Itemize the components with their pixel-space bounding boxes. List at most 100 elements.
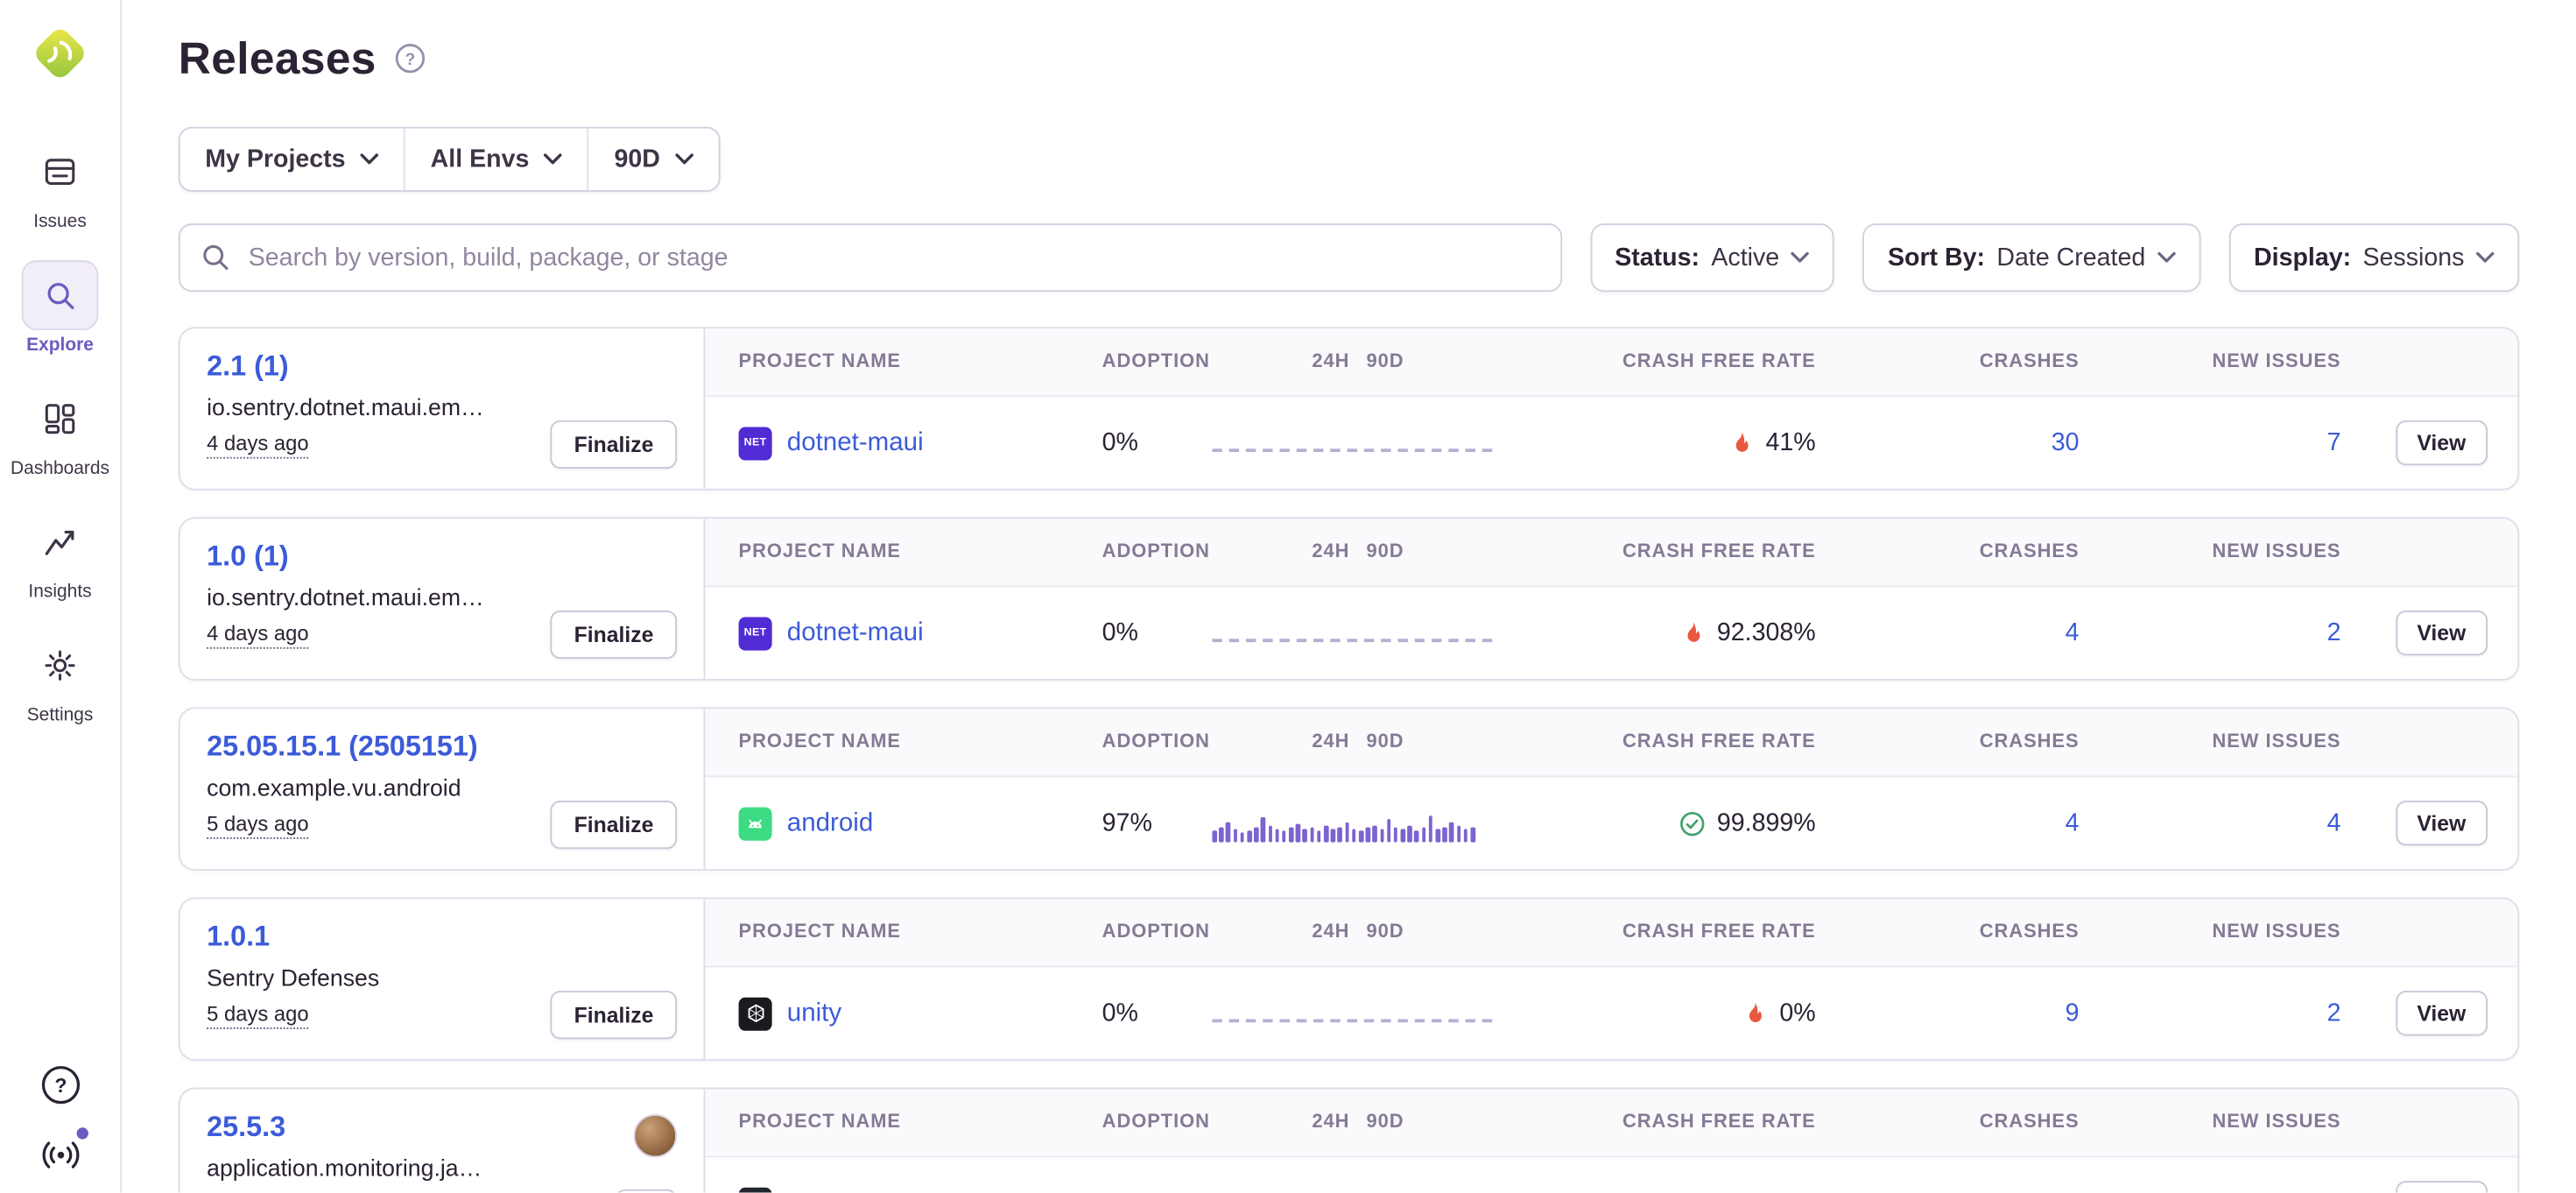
view-button[interactable]: View bbox=[2396, 801, 2488, 845]
finalize-button[interactable]: Finalize bbox=[551, 801, 677, 849]
sidebar-item-dashboards[interactable]: Dashboards bbox=[11, 384, 109, 479]
col-adoption: ADOPTION bbox=[1102, 732, 1213, 752]
page-filter-bar: My Projects All Envs 90D bbox=[179, 127, 721, 192]
display-dropdown[interactable]: Display: Sessions bbox=[2228, 223, 2519, 292]
crashes-count-link[interactable]: 30 bbox=[2052, 428, 2080, 456]
sentry-logo[interactable] bbox=[24, 17, 97, 90]
release-version-link[interactable]: 25.05.15.1 (2505151) bbox=[207, 731, 478, 764]
release-table-header: PROJECT NAME ADOPTION 24H90D CRASH FREE … bbox=[705, 519, 2517, 587]
table-row: NET dotnet-maui 0% 92.308% 4 2 View bbox=[705, 587, 2517, 679]
search-input[interactable] bbox=[179, 223, 1562, 292]
help-button[interactable]: ? bbox=[35, 1059, 85, 1109]
sidebar-item-label: Explore bbox=[26, 335, 94, 356]
col-adoption: ADOPTION bbox=[1102, 352, 1213, 372]
sort-by-dropdown[interactable]: Sort By: Date Created bbox=[1862, 223, 2200, 292]
col-crash-free-rate: CRASH FREE RATE bbox=[1504, 542, 1816, 562]
release-package: application.monitoring.ja… bbox=[207, 1154, 482, 1181]
col-crash-free-rate: CRASH FREE RATE bbox=[1504, 922, 1816, 942]
crashes-count-link[interactable]: 4 bbox=[2066, 809, 2080, 837]
adoption-value: 97% bbox=[1102, 809, 1213, 837]
crash-free-rate-value: 41% bbox=[1765, 428, 1815, 456]
col-adoption: ADOPTION bbox=[1102, 922, 1213, 942]
chevron-down-icon bbox=[2476, 252, 2495, 264]
project-link[interactable]: dotnet-maui bbox=[787, 618, 924, 648]
release-table: PROJECT NAME ADOPTION 24H90D CRASH FREE … bbox=[705, 709, 2517, 869]
svg-text:?: ? bbox=[405, 51, 415, 69]
date-range-filter-label: 90D bbox=[614, 145, 659, 173]
col-24h: 24H bbox=[1312, 542, 1349, 562]
page-header: Releases ? bbox=[179, 26, 2519, 89]
release-version-link[interactable]: 1.0 (1) bbox=[207, 540, 289, 574]
col-24h: 24H bbox=[1312, 922, 1349, 942]
col-24h: 24H bbox=[1312, 1112, 1349, 1133]
environment-filter[interactable]: All Envs bbox=[404, 129, 588, 190]
new-issues-count-link[interactable]: 4 bbox=[2327, 809, 2341, 837]
col-crash-free-rate: CRASH FREE RATE bbox=[1504, 732, 1816, 752]
col-crashes: CRASHES bbox=[1816, 732, 2080, 752]
avatar bbox=[634, 1114, 678, 1158]
project-link[interactable]: android bbox=[787, 808, 873, 838]
table-row: unity 0% 0% 9 2 View bbox=[705, 967, 2517, 1059]
new-issues-count-link[interactable]: 2 bbox=[2327, 999, 2341, 1027]
search-box bbox=[179, 223, 1562, 292]
col-new-issues: NEW ISSUES bbox=[2080, 922, 2341, 942]
release-table-header: PROJECT NAME ADOPTION 24H90D CRASH FREE … bbox=[705, 1089, 2517, 1157]
unity-project-icon bbox=[739, 997, 772, 1030]
finalize-button[interactable]: Finalize bbox=[551, 611, 677, 659]
release-summary: 1.0.1 Sentry Defenses 5 days ago Finaliz… bbox=[180, 899, 706, 1059]
svg-text:?: ? bbox=[54, 1073, 67, 1096]
col-new-issues: NEW ISSUES bbox=[2080, 542, 2341, 562]
view-button[interactable]: View bbox=[2396, 991, 2488, 1035]
project-link[interactable]: dotnet-maui bbox=[787, 427, 924, 457]
project-filter[interactable]: My Projects bbox=[180, 129, 405, 190]
release-age: 4 days ago bbox=[207, 622, 308, 648]
project-link[interactable]: react bbox=[787, 1189, 845, 1193]
crashes-count-link[interactable]: 4 bbox=[2066, 618, 2080, 646]
col-crashes: CRASHES bbox=[1816, 1112, 2080, 1133]
chevron-down-icon bbox=[545, 153, 563, 165]
release-card: 25.5.3 application.monitoring.ja… 4 days… bbox=[179, 1088, 2519, 1193]
status-dropdown[interactable]: Status: Active bbox=[1590, 223, 1834, 292]
release-table-header: PROJECT NAME ADOPTION 24H90D CRASH FREE … bbox=[705, 709, 2517, 777]
col-90d: 90D bbox=[1366, 352, 1404, 372]
finalize-button[interactable]: Finalize bbox=[551, 991, 677, 1039]
whats-new-button[interactable] bbox=[35, 1129, 85, 1179]
sidebar-item-explore[interactable]: Explore bbox=[22, 260, 99, 356]
chevron-down-icon bbox=[675, 153, 693, 165]
chevron-down-icon bbox=[2157, 252, 2176, 264]
release-version-link[interactable]: 25.5.3 bbox=[207, 1111, 285, 1144]
adoption-sparkline bbox=[1212, 613, 1503, 653]
finalize-button[interactable]: Finalize bbox=[551, 420, 677, 469]
chevron-down-icon bbox=[1791, 252, 1809, 264]
sidebar-item-issues[interactable]: Issues bbox=[22, 137, 99, 232]
view-button[interactable]: View bbox=[2396, 420, 2488, 465]
project-link[interactable]: unity bbox=[787, 999, 841, 1028]
release-table: PROJECT NAME ADOPTION 24H90D CRASH FREE … bbox=[705, 328, 2517, 489]
adoption-value: 0% bbox=[1102, 618, 1213, 646]
release-table-header: PROJECT NAME ADOPTION 24H90D CRASH FREE … bbox=[705, 899, 2517, 967]
new-issues-count-link[interactable]: 7 bbox=[2327, 428, 2341, 456]
insights-icon bbox=[22, 507, 99, 577]
table-row: react 100% 93.679% 20k 34 View bbox=[705, 1158, 2517, 1193]
sidebar-item-insights[interactable]: Insights bbox=[22, 507, 99, 603]
adoption-value: 0% bbox=[1102, 999, 1213, 1027]
crashes-count-link[interactable]: 9 bbox=[2066, 999, 2080, 1027]
issues-icon bbox=[22, 137, 99, 207]
status-value: Active bbox=[1711, 244, 1779, 272]
check-circle-icon bbox=[1679, 809, 1705, 836]
adoption-sparkline bbox=[1212, 993, 1503, 1034]
date-range-filter[interactable]: 90D bbox=[588, 129, 719, 190]
release-version-link[interactable]: 2.1 (1) bbox=[207, 350, 289, 384]
sidebar-item-label: Dashboards bbox=[11, 459, 109, 479]
view-button[interactable]: View bbox=[2396, 611, 2488, 655]
release-table: PROJECT NAME ADOPTION 24H90D CRASH FREE … bbox=[705, 1089, 2517, 1192]
release-version-link[interactable]: 1.0.1 bbox=[207, 921, 270, 954]
dotnet-project-icon: NET bbox=[739, 427, 772, 460]
release-list: 2.1 (1) io.sentry.dotnet.maui.em… 4 days… bbox=[179, 327, 2519, 1192]
col-project-name: PROJECT NAME bbox=[739, 1112, 1102, 1133]
new-issues-count-link[interactable]: 2 bbox=[2327, 618, 2341, 646]
release-card: 1.0 (1) io.sentry.dotnet.maui.em… 4 days… bbox=[179, 517, 2519, 681]
release-card: 25.05.15.1 (2505151) com.example.vu.andr… bbox=[179, 707, 2519, 871]
sidebar-item-settings[interactable]: Settings bbox=[22, 631, 99, 726]
page-help-icon[interactable]: ? bbox=[393, 42, 426, 75]
